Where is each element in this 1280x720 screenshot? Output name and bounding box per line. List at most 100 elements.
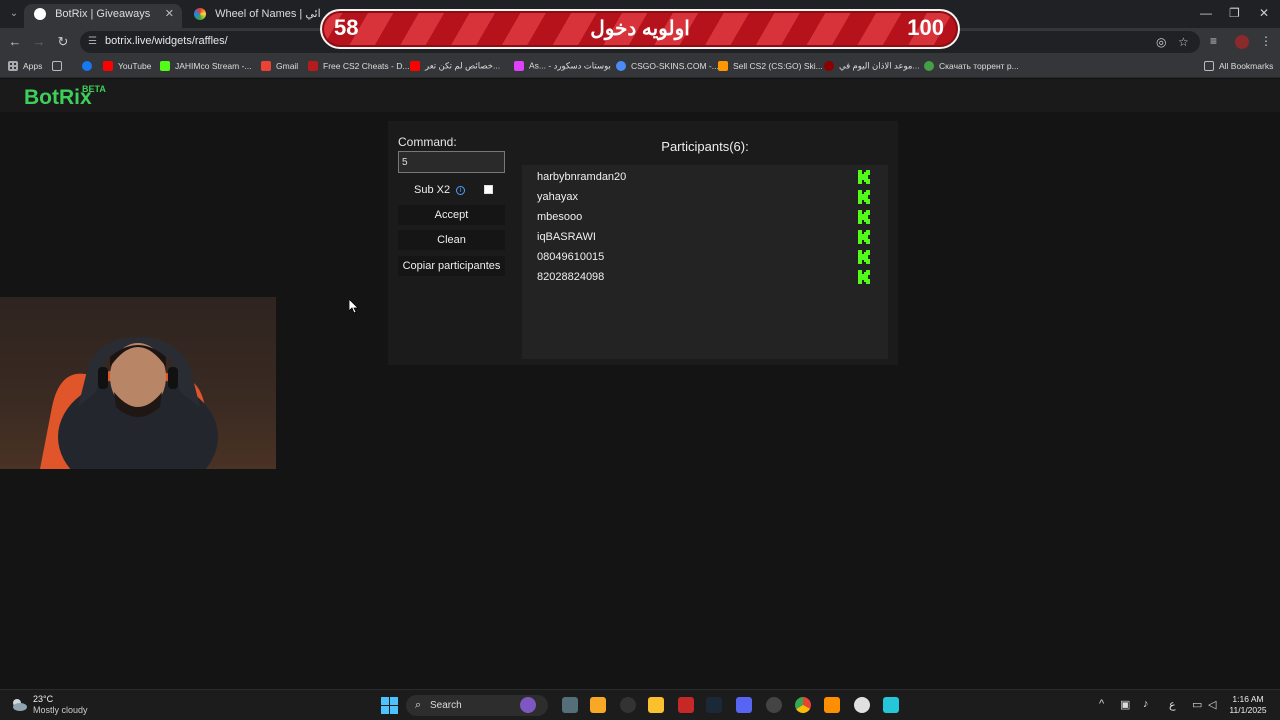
beta-badge: BETA [82,84,106,94]
participant-row: 82028824098 [537,268,873,288]
tray-app-icon[interactable]: ▣ [1120,698,1130,711]
app-icon[interactable] [648,697,664,713]
gem-icon [514,60,524,71]
youtube-icon [103,60,113,71]
windows-start-icon[interactable] [381,697,398,714]
close-window-icon[interactable]: ✕ [1259,6,1269,20]
site-info-icon[interactable]: ☰ [88,36,100,48]
kick-icon [858,190,870,204]
back-icon[interactable]: ← [7,34,23,50]
kick-icon [858,250,870,264]
sub-x2-label: Sub X2 [414,184,451,196]
menu-icon[interactable]: ⋮ [1260,34,1272,48]
facebook-icon [82,60,92,71]
bookmark-gmail[interactable]: Gmail [261,60,298,71]
bookmark-sell-cs2[interactable]: Sell CS2 (CS:GO) Ski... [718,60,823,71]
clean-button[interactable]: Clean [398,230,505,250]
bookmark-youtube[interactable]: YouTube [103,60,151,71]
youtube-icon [410,60,420,71]
kick-icon [858,270,870,284]
microphone-icon[interactable]: ♪ [1143,698,1149,710]
app-icon[interactable] [766,697,782,713]
bookmark-star-icon[interactable]: ☆ [1178,35,1189,49]
weather-cloudy-icon[interactable] [10,696,28,714]
bookmark-discord-posts[interactable]: As... - بوستات دسكورد [514,60,611,71]
search-icon: ⌕ [415,699,422,711]
tab-botrix[interactable]: BotRix | Giveaways ✕ [24,4,182,28]
participants-list: harbybnramdan20 yahayax mbesooo iqBASRAW… [522,165,888,359]
info-icon[interactable]: i [456,185,466,195]
participant-row: harbybnramdan20 [537,168,873,188]
tab-label: BotRix | Giveaways [55,8,151,21]
bookmark-torrent[interactable]: Скачать торрент р... [924,60,1019,71]
folder-icon [1204,60,1214,71]
app-icon[interactable] [678,697,694,713]
banner-title: اولويه دخول [590,18,690,40]
sub-x2-row: Sub X2 i [414,184,466,196]
bookmark-csgo-skins[interactable]: CSGO-SKINS.COM -... [616,60,719,71]
participant-name: 08049610015 [537,251,605,263]
raffle-panel: Command: Sub X2 i Accept Clean Copiar par… [388,121,898,365]
site-icon [308,60,318,71]
vlc-icon[interactable] [824,697,840,713]
weather-temperature[interactable]: 23°C [33,694,53,704]
tab-label: Wheel of Names | اسم العشوائي [215,8,320,21]
webcam-feed [0,297,276,469]
accept-button[interactable]: Accept [398,205,505,225]
reload-icon[interactable]: ↻ [55,34,71,50]
media-icon[interactable]: ≡ [1210,34,1217,48]
participant-row: mbesooo [537,208,873,228]
participant-name: harbybnramdan20 [537,171,627,183]
bookmark-all[interactable]: All Bookmarks [1204,60,1273,71]
eye-off-icon[interactable]: ◎ [1156,35,1166,49]
participant-row: yahayax [537,188,873,208]
volume-icon[interactable]: ◁ [1208,698,1216,711]
clock-date: 11/1/2025 [1229,705,1267,715]
participants-title: Participants(6): [661,139,749,154]
windows-taskbar: 23°C Mostly cloudy ⌕ Search ^ ▣ ♪ ع ▭ ◁ … [0,689,1280,720]
chrome-icon[interactable] [795,697,811,713]
logitech-icon[interactable] [620,697,636,713]
participant-name: iqBASRAWI [537,231,596,243]
bookmark-prayer-times[interactable]: موعد الاذان اليوم في... [824,60,920,71]
task-view-icon[interactable] [562,697,578,713]
command-input[interactable] [398,151,505,173]
minimize-icon[interactable]: — [1200,6,1212,20]
restore-icon[interactable]: ❐ [1229,6,1240,20]
bookmark-jahimco[interactable]: JAHIMco Stream -... [160,60,252,71]
sub-x2-checkbox[interactable] [484,185,493,194]
tab-search-icon[interactable]: ⌄ [6,6,22,22]
bookmark-facebook[interactable] [82,60,97,71]
tab-wheel-of-names[interactable]: Wheel of Names | اسم العشوائي [184,4,320,28]
tray-expand-icon[interactable]: ^ [1099,698,1104,710]
mouse-cursor-icon [349,299,359,313]
obs-icon[interactable] [854,697,870,713]
bookmark-cs2-cheats[interactable]: Free CS2 Cheats - D... [308,60,409,71]
bookmark-tabs-grid[interactable] [52,60,67,71]
discord-icon[interactable] [736,697,752,713]
file-explorer-icon[interactable] [590,697,606,713]
priority-entry-banner: 58 اولويه دخول 100 [320,9,960,49]
steam-icon[interactable] [706,697,722,713]
bookmark-arabic-1[interactable]: خصائص لم تكن تعر... [410,60,500,71]
forward-icon[interactable]: → [31,34,47,50]
close-tab-icon[interactable]: ✕ [165,4,174,24]
site-icon [824,60,834,71]
gmail-icon [261,60,271,71]
app-header: BotRix BETA [0,79,1280,112]
language-indicator[interactable]: ع [1169,698,1176,711]
bookmark-apps[interactable]: Apps [8,60,42,71]
copilot-icon[interactable] [520,697,536,713]
search-label: Search [430,700,462,711]
weather-description[interactable]: Mostly cloudy [33,705,88,715]
grid-icon [52,60,62,71]
kick-icon [858,170,870,184]
command-label: Command: [398,135,457,149]
profile-avatar[interactable] [1235,35,1249,49]
network-icon[interactable]: ▭ [1192,698,1202,711]
copy-participants-button[interactable]: Copiar participantes [398,256,505,276]
clock-time: 1:16 AM [1232,694,1264,704]
notepad-icon[interactable] [883,697,899,713]
streamer-silhouette-image [40,337,218,469]
system-clock[interactable]: 1:16 AM 11/1/2025 [1225,694,1271,716]
